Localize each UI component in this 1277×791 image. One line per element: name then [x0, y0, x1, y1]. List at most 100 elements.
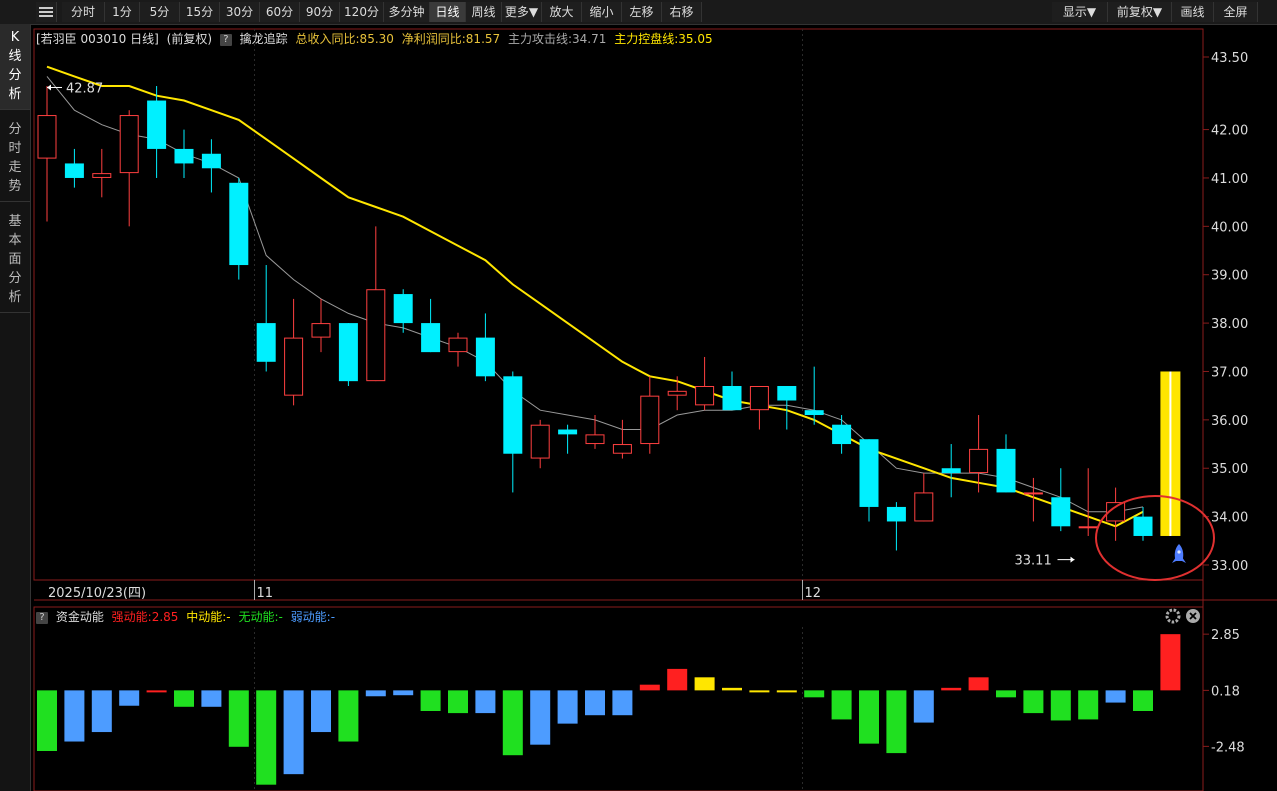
candle: [503, 371, 523, 493]
momentum-bar: [1023, 690, 1044, 714]
momentum-bar: [667, 668, 688, 691]
momentum-bar: [776, 690, 797, 693]
momentum-bar: [228, 690, 249, 747]
candle: [1133, 506, 1153, 541]
candle-body: [777, 385, 797, 401]
candle-body: [174, 148, 194, 164]
candle-body: [612, 444, 632, 454]
momentum-bar: [256, 690, 277, 785]
momentum-bar: [831, 690, 852, 720]
momentum-bar: [502, 690, 523, 756]
candle: [859, 439, 879, 522]
candle: [996, 434, 1016, 493]
candle-body: [695, 385, 715, 406]
candle: [311, 298, 331, 353]
candle-body: [503, 376, 523, 454]
close-icon[interactable]: [1186, 609, 1200, 623]
candle-body: [530, 424, 550, 459]
candle: [667, 376, 687, 411]
y-tick-label: 38.00: [1211, 317, 1248, 332]
gear-icon[interactable]: [1165, 608, 1181, 624]
candle: [886, 502, 906, 551]
candle-body: [201, 153, 221, 169]
y-tick-label: 39.00: [1211, 269, 1248, 284]
candle: [722, 371, 742, 411]
momentum-bar: [612, 690, 633, 716]
candle: [530, 419, 550, 469]
candle: [256, 265, 276, 372]
candle-body: [64, 163, 84, 178]
y-tick-label: 36.00: [1211, 414, 1248, 429]
y-tick-label: 37.00: [1211, 365, 1248, 380]
momentum-bar: [91, 690, 112, 733]
candle: [147, 86, 167, 178]
candle: [229, 177, 249, 280]
candle: [914, 473, 934, 522]
candle: [749, 385, 769, 430]
momentum-bar: [64, 690, 85, 742]
momentum-bar: [37, 690, 57, 751]
candle: [832, 415, 852, 454]
low-arrow-head: [1070, 556, 1075, 563]
momentum-bar: [119, 690, 140, 706]
sub-y-tick-label: 0.18: [1211, 684, 1240, 699]
candle: [421, 298, 441, 353]
momentum-bar: [694, 677, 715, 691]
candle: [612, 419, 632, 459]
candle-body: [1023, 492, 1043, 495]
candle-body: [37, 115, 57, 159]
candle-body: [311, 323, 331, 338]
candle: [174, 129, 194, 178]
candle: [1106, 487, 1126, 541]
y-tick-label: 41.00: [1211, 172, 1248, 187]
candle-body: [284, 337, 304, 396]
candle: [119, 110, 139, 227]
highlight-circle: [1095, 495, 1215, 581]
candle: [448, 332, 468, 367]
candle: [585, 415, 605, 449]
momentum-bar: [1050, 690, 1071, 721]
candle-body: [558, 429, 578, 435]
y-tick-label: 40.00: [1211, 220, 1248, 235]
main-panel-frame: [33, 28, 1204, 581]
candle: [640, 376, 660, 454]
candle: [284, 298, 304, 406]
x-tick-label: 12: [805, 586, 822, 601]
momentum-bar: [557, 690, 578, 724]
momentum-bar: [311, 690, 331, 733]
candle-body: [366, 289, 386, 382]
y-tick-label: 34.00: [1211, 511, 1248, 526]
candle-body: [256, 323, 276, 362]
candle-body: [119, 115, 139, 174]
momentum-bar: [420, 690, 441, 711]
momentum-bar: [283, 690, 304, 775]
momentum-bar: [174, 690, 194, 707]
candle-body: [92, 173, 112, 178]
x-tick-label: 11: [257, 586, 274, 601]
sub-y-tick-label: -2.48: [1211, 740, 1245, 755]
candle-body: [749, 385, 769, 411]
momentum-bar: [968, 677, 989, 691]
high-label: 42.87: [66, 81, 103, 96]
momentum-bar: [639, 684, 660, 691]
candle-body: [1078, 526, 1098, 529]
candle: [338, 323, 358, 386]
momentum-bar: [1078, 690, 1099, 720]
y-tick-label: 42.00: [1211, 124, 1248, 139]
candle-body: [886, 506, 906, 522]
candle-body: [667, 390, 687, 396]
y-tick-label: 33.00: [1211, 559, 1248, 574]
momentum-bar: [941, 687, 962, 691]
y-tick-label: 43.50: [1211, 51, 1248, 66]
momentum-bar: [886, 690, 907, 754]
kline-chart[interactable]: 43.50 42.00 41.00 40.00 39.00 38.00 37.00 36.00…: [0, 0, 1277, 791]
candle: [64, 148, 84, 188]
momentum-bar: [749, 690, 770, 693]
candle: [37, 86, 57, 222]
candle-body: [448, 337, 468, 353]
candle-body: [859, 439, 879, 507]
candle-body: [640, 395, 660, 445]
candle-body: [1051, 497, 1071, 527]
candle-body: [393, 294, 413, 324]
candle: [201, 139, 221, 193]
